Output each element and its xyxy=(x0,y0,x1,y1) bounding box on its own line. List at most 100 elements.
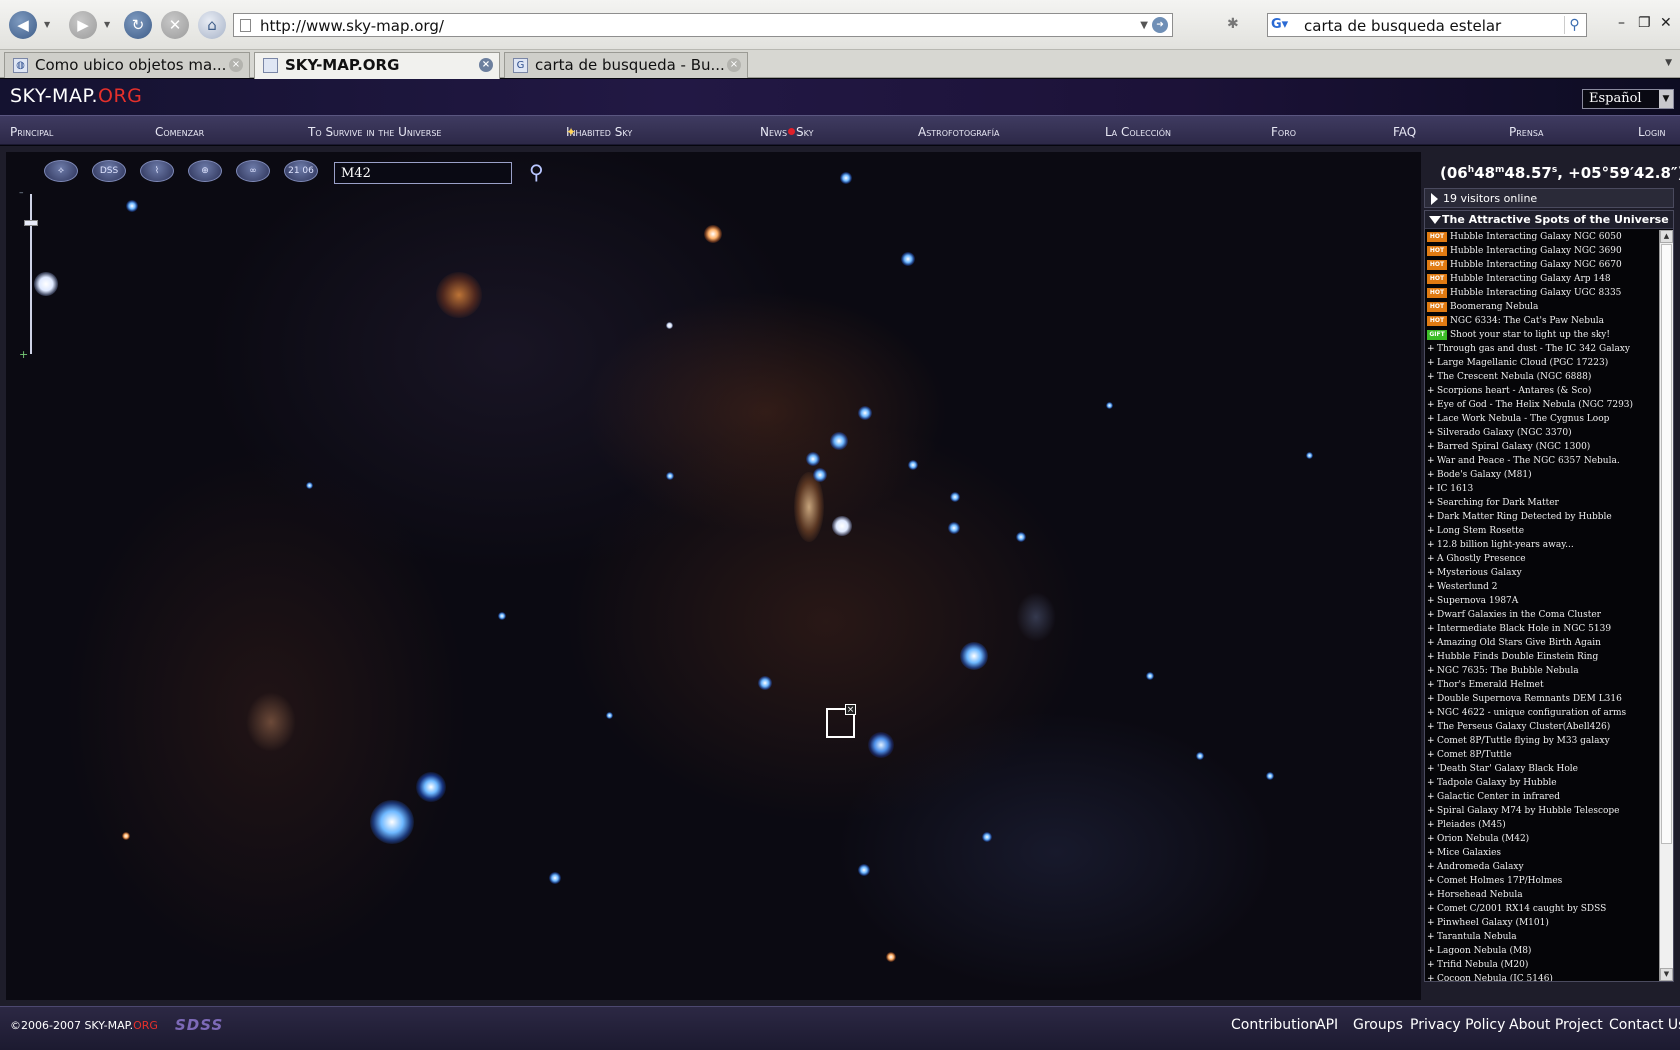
spot-name[interactable]: NGC 7635: The Bubble Nebula xyxy=(1437,666,1579,676)
expand-plus-icon[interactable]: + xyxy=(1427,398,1435,412)
visitors-online-toggle[interactable]: 19 visitors online xyxy=(1424,188,1674,208)
spots-scrollbar[interactable]: ▲ ▼ xyxy=(1659,230,1673,981)
spot-name[interactable]: Comet C/2001 RX14 caught by SDSS xyxy=(1437,904,1606,914)
spot-name[interactable]: Westerlund 2 xyxy=(1437,582,1498,592)
minimize-icon[interactable]: – xyxy=(1618,15,1625,31)
expand-plus-icon[interactable]: + xyxy=(1427,902,1435,916)
sky-map-view[interactable]: ⟡ DSS ⌇ ⊕ ∞ 21 06 ⚲ – + xyxy=(6,152,1421,1000)
close-tab-icon[interactable]: × xyxy=(229,58,243,72)
spot-item[interactable]: + Cocoon Nebula (IC 5146) xyxy=(1425,972,1657,981)
nav-login[interactable]: Login xyxy=(1638,125,1666,139)
grid-icon[interactable]: ⊕ xyxy=(188,160,222,182)
expand-plus-icon[interactable]: + xyxy=(1427,790,1435,804)
spot-name[interactable]: 'Death Star' Galaxy Black Hole xyxy=(1437,764,1578,774)
expand-plus-icon[interactable]: + xyxy=(1427,846,1435,860)
spot-item[interactable]: + 'Death Star' Galaxy Black Hole xyxy=(1425,762,1657,776)
spot-item[interactable]: + Horsehead Nebula xyxy=(1425,888,1657,902)
spot-name[interactable]: Eye of God - The Helix Nebula (NGC 7293) xyxy=(1437,400,1633,410)
expand-plus-icon[interactable]: + xyxy=(1427,510,1435,524)
spot-item[interactable]: + Mysterious Galaxy xyxy=(1425,566,1657,580)
spot-name[interactable]: Amazing Old Stars Give Birth Again xyxy=(1437,638,1601,648)
zoom-in-icon[interactable]: + xyxy=(19,348,28,361)
spot-item[interactable]: + Bode's Galaxy (M81) xyxy=(1425,468,1657,482)
expand-plus-icon[interactable]: + xyxy=(1427,552,1435,566)
spot-name[interactable]: War and Peace - The NGC 6357 Nebula. xyxy=(1437,456,1620,466)
url-history-dropdown-icon[interactable]: ▼ xyxy=(1140,20,1148,31)
object-search-input[interactable] xyxy=(334,162,512,184)
expand-plus-icon[interactable]: + xyxy=(1427,622,1435,636)
close-tab-icon[interactable]: × xyxy=(727,58,741,72)
spot-item[interactable]: + Trifid Nebula (M20) xyxy=(1425,958,1657,972)
expand-plus-icon[interactable]: + xyxy=(1427,342,1435,356)
spot-item[interactable]: HOT Hubble Interacting Galaxy UGC 8335 xyxy=(1425,286,1657,300)
spot-name[interactable]: Comet 8P/Tuttle xyxy=(1437,750,1512,760)
nav-la-coleccion[interactable]: La Colección xyxy=(1105,125,1171,139)
spot-item[interactable]: HOT Hubble Interacting Galaxy NGC 6050 xyxy=(1425,230,1657,244)
url-bar[interactable]: http://www.sky-map.org/ ▼ ➜ xyxy=(233,13,1173,37)
search-icon[interactable]: ⚲ xyxy=(529,160,555,186)
expand-plus-icon[interactable]: + xyxy=(1427,608,1435,622)
tab-como-ubico[interactable]: ◍ Como ubico objetos ma... × xyxy=(4,52,250,78)
expand-plus-icon[interactable]: + xyxy=(1427,874,1435,888)
restore-icon[interactable]: ❐ xyxy=(1638,15,1651,31)
extension-icon[interactable]: ✱ xyxy=(1227,16,1243,32)
spot-item[interactable]: HOT NGC 6334: The Cat's Paw Nebula xyxy=(1425,314,1657,328)
expand-plus-icon[interactable]: + xyxy=(1427,664,1435,678)
spot-item[interactable]: + Andromeda Galaxy xyxy=(1425,860,1657,874)
spot-name[interactable]: Lace Work Nebula - The Cygnus Loop xyxy=(1437,414,1609,424)
nav-astrofotografia[interactable]: Astrofotografía xyxy=(918,125,999,139)
nav-comenzar[interactable]: Comenzar xyxy=(155,125,204,139)
browser-search-box[interactable]: G▾ carta de busqueda estelar ⚲ xyxy=(1267,13,1587,37)
spot-item[interactable]: + NGC 4622 - unique configuration of arms xyxy=(1425,706,1657,720)
site-logo[interactable]: SKY-MAP.ORG xyxy=(10,85,142,107)
chevron-down-icon[interactable]: ▼ xyxy=(1659,90,1673,108)
selection-box[interactable]: × xyxy=(826,704,856,738)
tab-sky-map[interactable]: SKY-MAP.ORG × xyxy=(254,52,500,79)
spot-item[interactable]: + Galactic Center in infrared xyxy=(1425,790,1657,804)
spot-item[interactable]: + Eye of God - The Helix Nebula (NGC 7293… xyxy=(1425,398,1657,412)
spot-item[interactable]: HOT Hubble Interacting Galaxy NGC 3690 xyxy=(1425,244,1657,258)
scroll-down-icon[interactable]: ▼ xyxy=(1660,968,1673,981)
back-button[interactable]: ◀ xyxy=(9,11,37,39)
spot-name[interactable]: Hubble Interacting Galaxy Arp 148 xyxy=(1450,274,1611,284)
constellations-icon[interactable]: ⟡ xyxy=(44,160,78,182)
nav-faq[interactable]: FAQ xyxy=(1393,125,1416,139)
milky-way-icon[interactable]: ∞ xyxy=(236,160,270,182)
spot-item[interactable]: + Pleiades (M45) xyxy=(1425,818,1657,832)
stop-button[interactable]: ✕ xyxy=(161,11,189,39)
expand-plus-icon[interactable]: + xyxy=(1427,734,1435,748)
spots-header[interactable]: The Attractive Spots of the Universe xyxy=(1425,211,1673,229)
spot-name[interactable]: Spiral Galaxy M74 by Hubble Telescope xyxy=(1437,806,1620,816)
spot-item[interactable]: + Lace Work Nebula - The Cygnus Loop xyxy=(1425,412,1657,426)
spot-name[interactable]: Double Supernova Remnants DEM L316 xyxy=(1437,694,1622,704)
tab-carta-de-busqueda[interactable]: G carta de busqueda - Bu... × xyxy=(504,52,748,78)
spot-item[interactable]: + Comet 8P/Tuttle xyxy=(1425,748,1657,762)
spot-name[interactable]: Supernova 1987A xyxy=(1437,596,1518,606)
expand-plus-icon[interactable]: + xyxy=(1427,776,1435,790)
nav-foro[interactable]: Foro xyxy=(1271,125,1296,139)
spot-item[interactable]: + Pinwheel Galaxy (M101) xyxy=(1425,916,1657,930)
search-icon[interactable]: ⚲ xyxy=(1564,16,1584,34)
expand-plus-icon[interactable]: + xyxy=(1427,496,1435,510)
spot-name[interactable]: Andromeda Galaxy xyxy=(1437,862,1524,872)
expand-plus-icon[interactable]: + xyxy=(1427,356,1435,370)
google-engine-icon[interactable]: G▾ xyxy=(1271,17,1299,34)
footer-link-contact-us[interactable]: Contact Us xyxy=(1609,1017,1680,1033)
search-query[interactable]: carta de busqueda estelar xyxy=(1304,17,1501,35)
expand-plus-icon[interactable]: + xyxy=(1427,692,1435,706)
expand-plus-icon[interactable]: + xyxy=(1427,468,1435,482)
spot-name[interactable]: Searching for Dark Matter xyxy=(1437,498,1559,508)
close-window-icon[interactable]: ✕ xyxy=(1660,15,1672,31)
expand-plus-icon[interactable]: + xyxy=(1427,412,1435,426)
spot-name[interactable]: Long Stem Rosette xyxy=(1437,526,1524,536)
nav-prensa[interactable]: Prensa xyxy=(1509,125,1544,139)
zoom-out-icon[interactable]: – xyxy=(19,188,24,198)
spot-name[interactable]: Pinwheel Galaxy (M101) xyxy=(1437,918,1549,928)
spot-name[interactable]: Hubble Interacting Galaxy NGC 3690 xyxy=(1450,246,1622,256)
spot-name[interactable]: Dwarf Galaxies in the Coma Cluster xyxy=(1437,610,1601,620)
scroll-thumb[interactable] xyxy=(1661,244,1672,844)
spot-name[interactable]: Trifid Nebula (M20) xyxy=(1437,960,1528,970)
spot-name[interactable]: 12.8 billion light-years away... xyxy=(1437,540,1574,550)
footer-link-api[interactable]: API xyxy=(1316,1017,1338,1033)
spot-item[interactable]: + Through gas and dust - The IC 342 Galax… xyxy=(1425,342,1657,356)
